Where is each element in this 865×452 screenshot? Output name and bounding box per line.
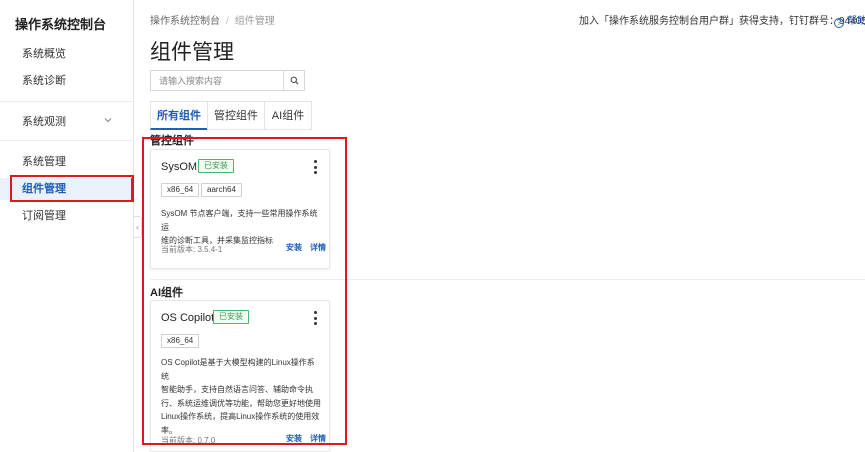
page-title: 组件管理 (150, 41, 234, 64)
arch-tag: aarch64 (201, 183, 242, 197)
search-box (150, 70, 305, 91)
status-badge: 已安装 (198, 159, 234, 173)
sidebar-item-label: 系统概览 (22, 48, 66, 60)
sidebar-item-label: 系统观测 (22, 116, 66, 128)
section-divider (150, 279, 865, 280)
sidebar-collapse-button[interactable]: ‹ (134, 216, 142, 238)
tab-ai-components[interactable]: AI组件 (264, 101, 312, 130)
sidebar-item-component-management[interactable]: 组件管理 (0, 178, 133, 200)
description-line: SysOM 节点客户端，支持一些常用操作系统运 (161, 209, 318, 232)
more-vertical-icon[interactable] (311, 311, 319, 325)
sidebar: 操作系统控制台 系统概览 系统诊断 系统观测 系统管理 组件管理 订阅管理 (0, 0, 134, 452)
install-button[interactable]: 安装 (286, 433, 302, 444)
description-line: 智能助手，支持自然语言问答、辅助命令执 (161, 385, 313, 394)
sidebar-divider (0, 101, 133, 102)
help-label: 帮助 (847, 16, 865, 27)
breadcrumb: 操作系统控制台 / 组件管理 (150, 16, 275, 27)
arch-tag: x86_64 (161, 334, 200, 348)
sidebar-item-label: 订阅管理 (22, 210, 66, 222)
section-title-ai: AI组件 (150, 287, 183, 299)
tab-all-components[interactable]: 所有组件 (150, 101, 208, 130)
component-name: OS Copilot (161, 312, 215, 324)
tab-control-components[interactable]: 管控组件 (207, 101, 265, 130)
sidebar-item-overview[interactable]: 系统概览 (0, 43, 133, 65)
sidebar-item-label: 系统管理 (22, 156, 66, 168)
description-line: 行、系统运维调优等功能，帮助您更好地使用 (161, 398, 321, 408)
sidebar-item-diagnosis[interactable]: 系统诊断 (0, 70, 133, 92)
details-link[interactable]: 详情 (310, 433, 326, 444)
component-version: 当前版本: 0.7.0 (161, 436, 216, 445)
component-version: 当前版本: 3.5.4-1 (161, 245, 223, 254)
search-icon (290, 76, 298, 85)
app-title: 操作系统控制台 (15, 17, 107, 32)
sidebar-item-subscription[interactable]: 订阅管理 (0, 205, 133, 227)
component-card-os-copilot: OS Copilot 已安装 x86_64 OS Copilot是基于大模型构建… (150, 300, 330, 452)
more-vertical-icon[interactable] (311, 160, 319, 174)
help-circle-icon: ? (834, 18, 844, 28)
chevron-left-icon: ‹ (136, 222, 139, 232)
details-link[interactable]: 详情 (310, 242, 326, 253)
search-input[interactable] (151, 71, 284, 90)
sidebar-item-system-management[interactable]: 系统管理 (0, 151, 133, 173)
breadcrumb-home-link[interactable]: 操作系统控制台 (150, 16, 220, 27)
search-button[interactable] (283, 71, 304, 90)
component-description: OS Copilot是基于大模型构建的Linux操作系统 智能助手，支持自然语言… (161, 356, 321, 437)
support-info: 加入「操作系统服务控制台用户群」获得支持，钉钉群号：94405014449 (579, 16, 865, 27)
status-badge: 已安装 (213, 310, 249, 324)
install-button[interactable]: 安装 (286, 242, 302, 253)
chevron-down-icon (103, 111, 113, 133)
breadcrumb-current: 组件管理 (234, 16, 275, 27)
section-title-control: 管控组件 (150, 135, 194, 147)
help-link[interactable]: ? 帮助 (834, 12, 865, 28)
sidebar-item-observability[interactable]: 系统观测 (0, 111, 133, 133)
component-card-sysom: SysOM 已安装 x86_64 aarch64 SysOM 节点客户端，支持一… (150, 149, 330, 269)
sidebar-item-label: 系统诊断 (22, 75, 66, 87)
sidebar-divider (0, 140, 133, 141)
description-line: OS Copilot是基于大模型构建的Linux操作系统 (161, 358, 315, 381)
sidebar-item-label: 组件管理 (22, 183, 66, 195)
description-line: Linux操作系统，提高Linux操作系统的使用效 (161, 412, 320, 421)
component-name: SysOM (161, 161, 198, 173)
arch-tag: x86_64 (161, 183, 200, 197)
